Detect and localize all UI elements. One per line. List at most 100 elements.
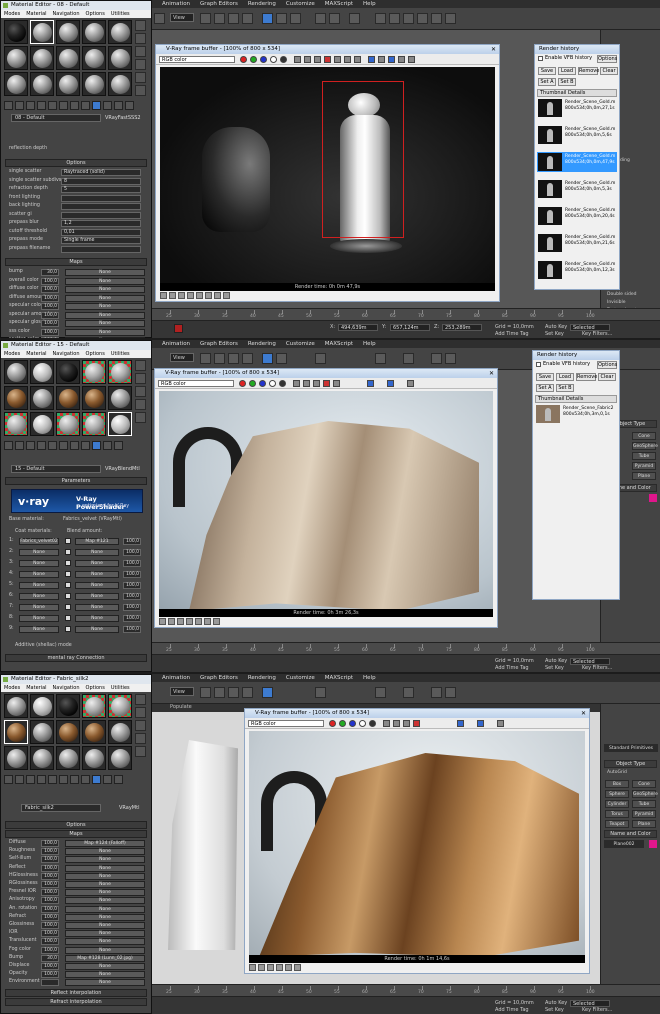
render-icon[interactable] [445,687,456,698]
angle-snap-icon[interactable] [276,353,287,364]
render-frame-icon[interactable] [431,353,442,364]
options-icon[interactable] [135,746,146,757]
menu-graph-editors[interactable]: Graph Editors [200,675,238,681]
material-name-field[interactable]: Fabric_silk2 [21,804,101,812]
map-amount-spinner[interactable]: 100,0 [41,337,59,338]
sample-type-icon[interactable] [135,360,146,371]
map-slot-button[interactable]: None [65,864,145,872]
backlight-icon[interactable] [135,373,146,384]
map-slot-button[interactable]: None [65,881,145,888]
blue-channel-icon[interactable] [260,56,267,63]
map-amount-spinner[interactable]: 100,0 [41,840,59,847]
blend-map-button[interactable]: None [75,593,119,600]
tiling-icon[interactable] [135,399,146,410]
map-amount-spinner[interactable]: 100,0 [41,881,59,888]
history-options-button[interactable]: Options [597,55,617,63]
add-time-tag[interactable]: Add Time Tag [495,665,529,671]
key-filters-button[interactable]: Key Filters... [582,665,612,671]
green-channel-icon[interactable] [250,56,257,63]
me-menu-modes[interactable]: Modes [4,350,20,358]
map-slot-button[interactable]: None [65,277,145,285]
option-value[interactable]: 5 [61,186,141,193]
library-icon[interactable] [70,101,79,110]
get-material-icon[interactable] [4,441,13,450]
me-menu-options[interactable]: Options [86,10,105,18]
vfb-btn-icon[interactable] [177,618,184,625]
primitive-button[interactable]: Box [605,780,629,788]
options-rollout[interactable]: Options [5,159,147,167]
put-material-icon[interactable] [15,441,24,450]
sample-slot[interactable] [4,720,28,744]
mirror-icon[interactable] [315,13,326,24]
render-frame-icon[interactable] [431,687,442,698]
rotate-icon[interactable] [228,687,239,698]
sample-slot[interactable] [4,360,28,384]
geosphere-button[interactable]: GeoSphere [632,442,658,450]
alpha-channel-icon[interactable] [270,56,277,63]
backlight-icon[interactable] [135,707,146,718]
history-save-button[interactable]: Save [538,67,556,75]
primitive-type-dropdown[interactable]: Standard Primitives [604,744,658,752]
get-material-icon[interactable] [4,775,13,784]
map-slot-button[interactable]: None [65,979,145,987]
sample-slot[interactable] [30,412,54,436]
move-icon[interactable] [214,13,225,24]
blend-map-button[interactable]: None [75,615,119,622]
library-icon[interactable] [70,441,79,450]
blend-map-button[interactable]: None [75,571,119,578]
sample-slot[interactable] [56,746,80,770]
reset-icon[interactable] [37,101,46,110]
stop-render-icon[interactable] [413,720,420,727]
vfb-btn-icon[interactable] [294,964,301,971]
map-amount-spinner[interactable]: 100,0 [41,889,59,897]
unique-icon[interactable] [59,101,68,110]
map-amount-spinner[interactable]: 100,0 [41,905,59,913]
rotate-icon[interactable] [228,13,239,24]
material-type-button[interactable]: VRayMtl [119,805,139,811]
vfb-btn-icon[interactable] [159,618,166,625]
time-slider-bar[interactable]: 25 30 35 40 45 50 55 60 65 70 75 80 85 90 95 100 [150,642,660,654]
time-slider-bar[interactable]: 25 30 35 40 45 50 55 60 65 70 75 80 85 90 95 100 [150,308,660,320]
option-value[interactable]: 8 [61,177,141,185]
save-image-icon[interactable] [293,380,300,387]
me-menu-navigation[interactable]: Navigation [53,350,80,358]
history-icon[interactable] [367,380,374,387]
material-editor-icon[interactable] [403,353,414,364]
map-amount-spinner[interactable]: 30,0 [41,269,59,276]
coat-material-button[interactable]: None [19,615,59,622]
background-icon[interactable] [135,46,146,57]
menu-animation[interactable]: Animation [162,341,190,347]
lut-icon[interactable] [398,56,405,63]
render-icon[interactable] [445,13,456,24]
key-filters-button[interactable]: Key Filters... [582,331,612,337]
primitive-button[interactable]: Teapot [605,820,629,828]
channel-select[interactable]: RGB color [248,720,324,727]
key-filters-button[interactable]: Key Filters... [582,1007,612,1013]
copy-icon[interactable] [48,441,57,450]
primitive-button[interactable]: GeoSphere [632,790,658,798]
sample-slot[interactable] [56,46,80,70]
history-remove-button[interactable]: Remove [578,67,599,75]
rotate-icon[interactable] [228,353,239,364]
map-slot-button[interactable]: None [65,971,145,979]
select-icon[interactable] [200,13,211,24]
map-slot-button[interactable]: None [65,913,145,921]
refract-interpolation-rollout[interactable]: Refract interpolation [5,998,147,1006]
render-frame-icon[interactable] [431,13,442,24]
sample-slot[interactable] [4,386,28,410]
sample-slot[interactable] [82,412,106,436]
coat-material-button[interactable]: None [19,626,59,633]
sample-slot[interactable] [30,360,54,384]
channel-select[interactable]: RGB color [159,56,235,63]
mirror-icon[interactable] [315,687,326,698]
assign-material-icon[interactable] [26,775,35,784]
mono-icon[interactable] [280,56,287,63]
load-image-icon[interactable] [304,56,311,63]
map-amount-spinner[interactable]: 100,0 [41,922,59,929]
coat-color-swatch[interactable] [65,626,71,632]
sample-slot[interactable] [30,72,54,96]
map-amount-spinner[interactable]: 100,0 [41,913,59,921]
primitive-button[interactable]: Torus [605,810,629,818]
primitive-button[interactable]: Cylinder [605,800,629,808]
render-setup-icon[interactable] [417,13,428,24]
